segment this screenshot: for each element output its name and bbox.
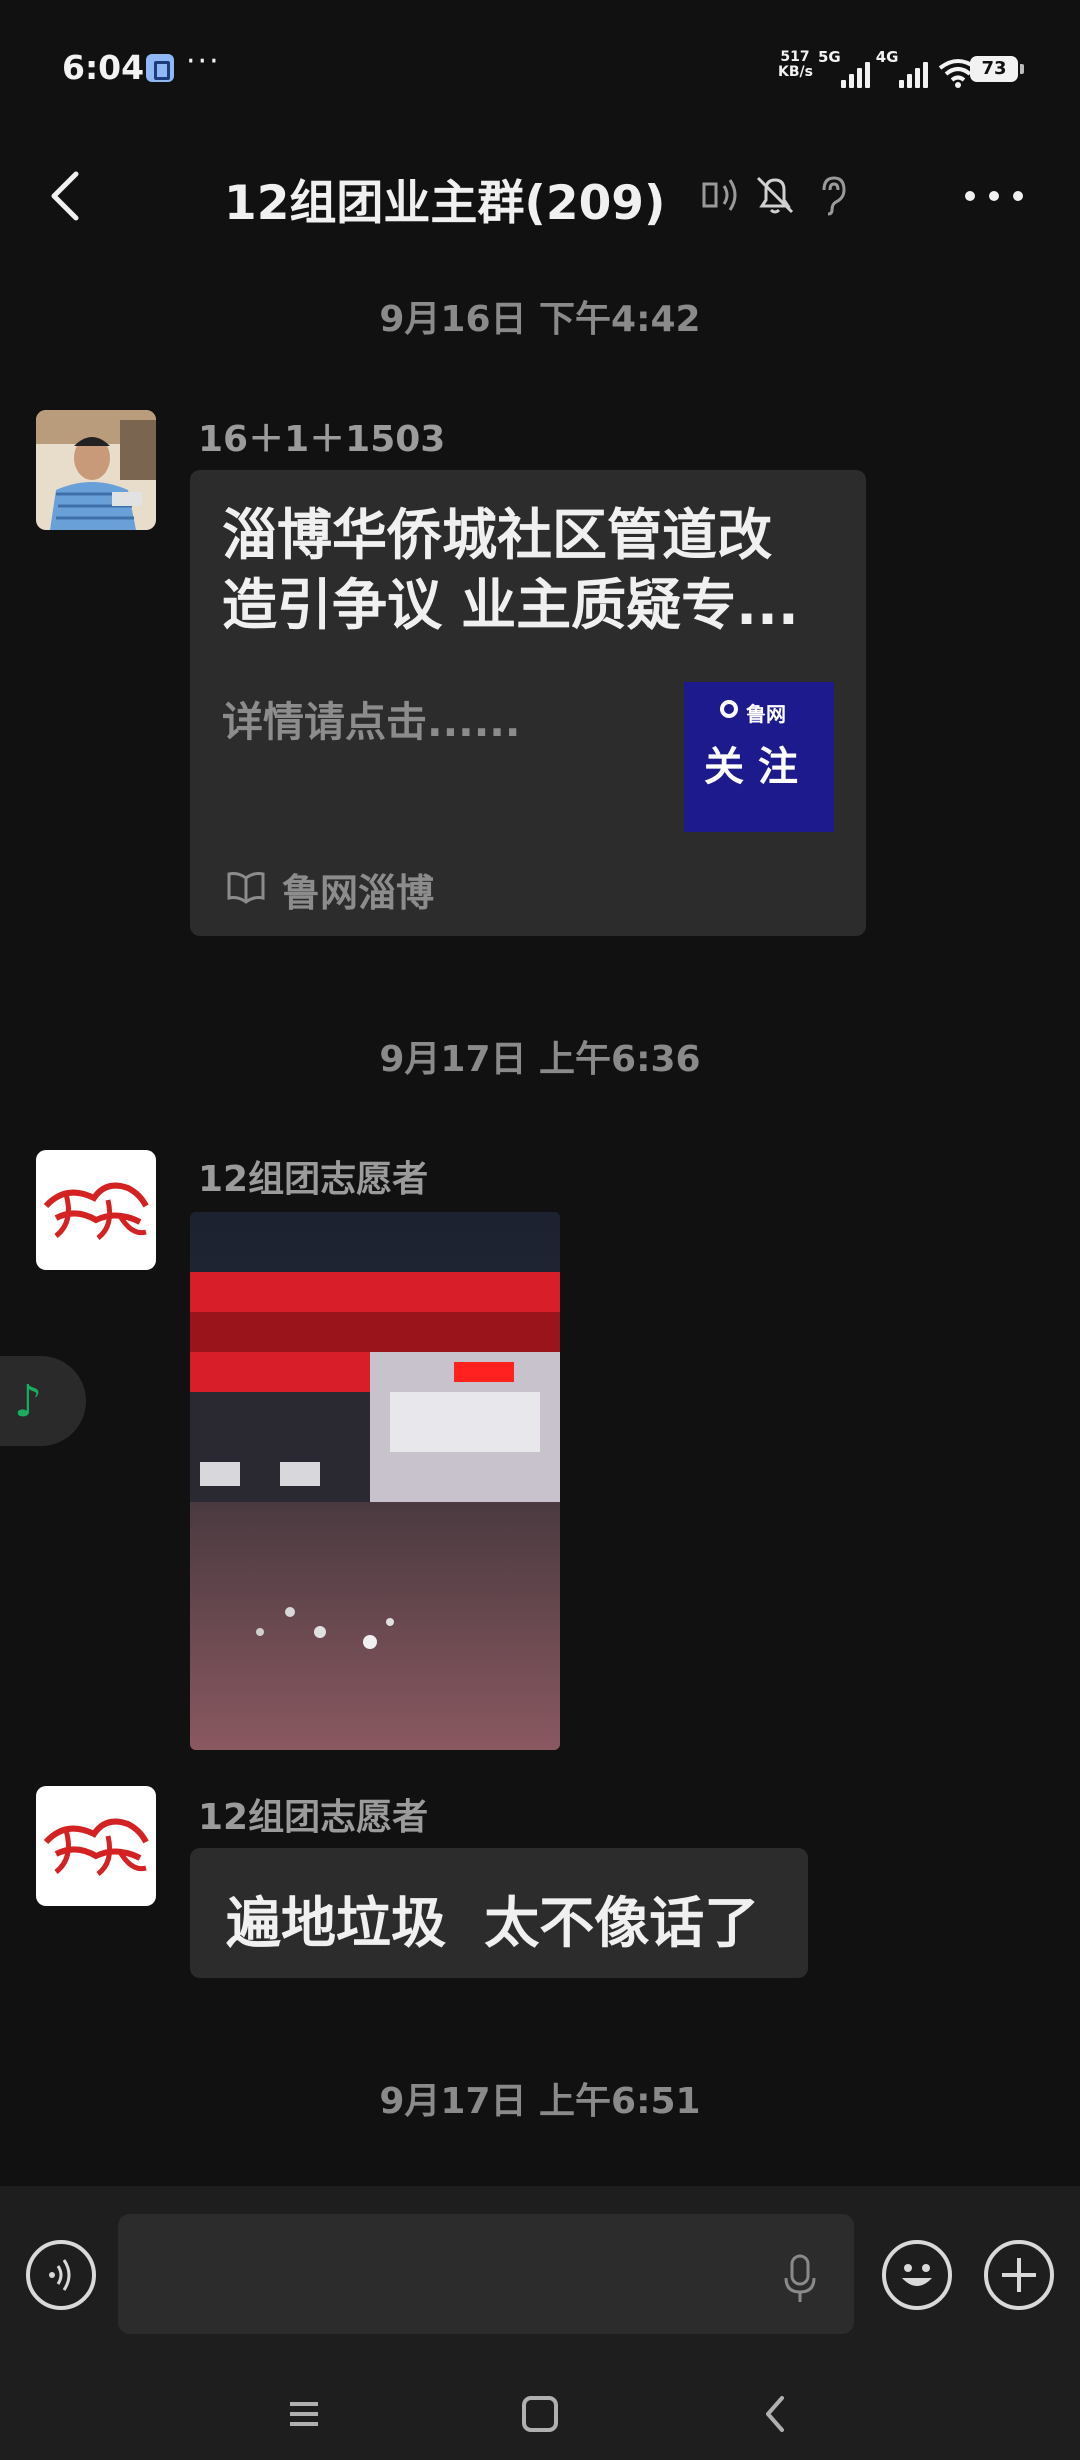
article-source: 鲁网淄博 xyxy=(282,871,435,915)
net-label-4g: 4G xyxy=(875,48,899,66)
article-thumbnail: 鲁网 关注 xyxy=(684,682,834,832)
signal-icon xyxy=(840,60,870,88)
speed-unit: KB/s xyxy=(778,64,813,80)
add-attachment-button[interactable] xyxy=(984,2240,1054,2310)
more-notifications-icon: ··· xyxy=(186,44,221,79)
article-description: 详情请点击...... xyxy=(222,698,521,746)
thumb-text: 关注 xyxy=(704,744,812,790)
timestamp: 9月17日 上午6:36 xyxy=(379,1039,701,1080)
status-time: 6:04 xyxy=(62,48,145,87)
sender-name: 12组团志愿者 xyxy=(198,1797,429,1838)
sender-name: 12组团志愿者 xyxy=(198,1159,429,1200)
smiley-icon xyxy=(902,2264,932,2286)
timestamp: 9月17日 上午6:51 xyxy=(379,2081,701,2122)
image-message[interactable] xyxy=(190,1212,560,1750)
avatar[interactable] xyxy=(36,410,156,530)
system-nav-bar xyxy=(0,2366,1080,2460)
music-float-button[interactable]: ♪ xyxy=(0,1356,86,1446)
back-button[interactable] xyxy=(40,168,96,224)
timestamp: 9月16日 下午4:42 xyxy=(379,299,701,340)
more-options-button[interactable] xyxy=(960,168,1028,224)
speed-value: 517 xyxy=(780,49,810,65)
avatar-photo xyxy=(36,410,156,530)
volunteer-logo-avatar xyxy=(36,1786,156,1906)
home-nav-button[interactable] xyxy=(512,2386,568,2442)
garage-photo xyxy=(190,1212,560,1750)
ear-icon xyxy=(822,176,846,216)
signal-group: 5G 4G xyxy=(818,48,978,88)
text-message-bubble[interactable]: 遍地垃圾 太不像话了 xyxy=(190,1848,808,1978)
music-note-icon: ♪ xyxy=(14,1376,43,1427)
mute-bell-icon xyxy=(756,176,794,214)
chat-header: 12组团业主群(209) xyxy=(0,150,1080,242)
net-label-5g: 5G xyxy=(818,48,841,66)
avatar[interactable] xyxy=(36,1786,156,1906)
volunteer-logo-avatar xyxy=(36,1150,156,1270)
status-bar: 6:04 ··· 517 KB/s 5G 4G 73 xyxy=(0,0,1080,130)
voice-mode-button[interactable] xyxy=(26,2240,96,2310)
network-speed: 517 KB/s xyxy=(778,49,813,80)
chat-title: 12组团业主群(209) xyxy=(224,176,666,231)
signal-icon xyxy=(898,60,928,88)
speaker-icon xyxy=(702,179,737,211)
article-title: 淄博华侨城社区管道改造引争议 业主质疑专... xyxy=(222,503,799,637)
message-text: 遍地垃圾 太不像话了 xyxy=(226,1891,760,1955)
avatar[interactable] xyxy=(36,1150,156,1270)
book-icon xyxy=(227,872,265,904)
app-notification-icon xyxy=(146,54,174,82)
input-bar xyxy=(0,2186,1080,2366)
battery-icon: 73 xyxy=(970,56,1024,82)
mic-icon[interactable] xyxy=(780,2252,820,2306)
article-card[interactable]: 淄博华侨城社区管道改造引争议 业主质疑专... 详情请点击...... 鲁网 关… xyxy=(190,470,866,936)
thumb-brand: 鲁网 xyxy=(746,702,786,726)
menu-nav-button[interactable] xyxy=(276,2386,332,2442)
emoji-button[interactable] xyxy=(882,2240,952,2310)
sender-name: 16＋1＋1503 xyxy=(198,419,446,460)
brand-logo-icon xyxy=(720,700,738,718)
voice-wave-icon xyxy=(49,2259,71,2291)
back-nav-button[interactable] xyxy=(748,2386,804,2442)
plus-icon xyxy=(1002,2258,1036,2292)
message-input[interactable] xyxy=(118,2214,854,2334)
